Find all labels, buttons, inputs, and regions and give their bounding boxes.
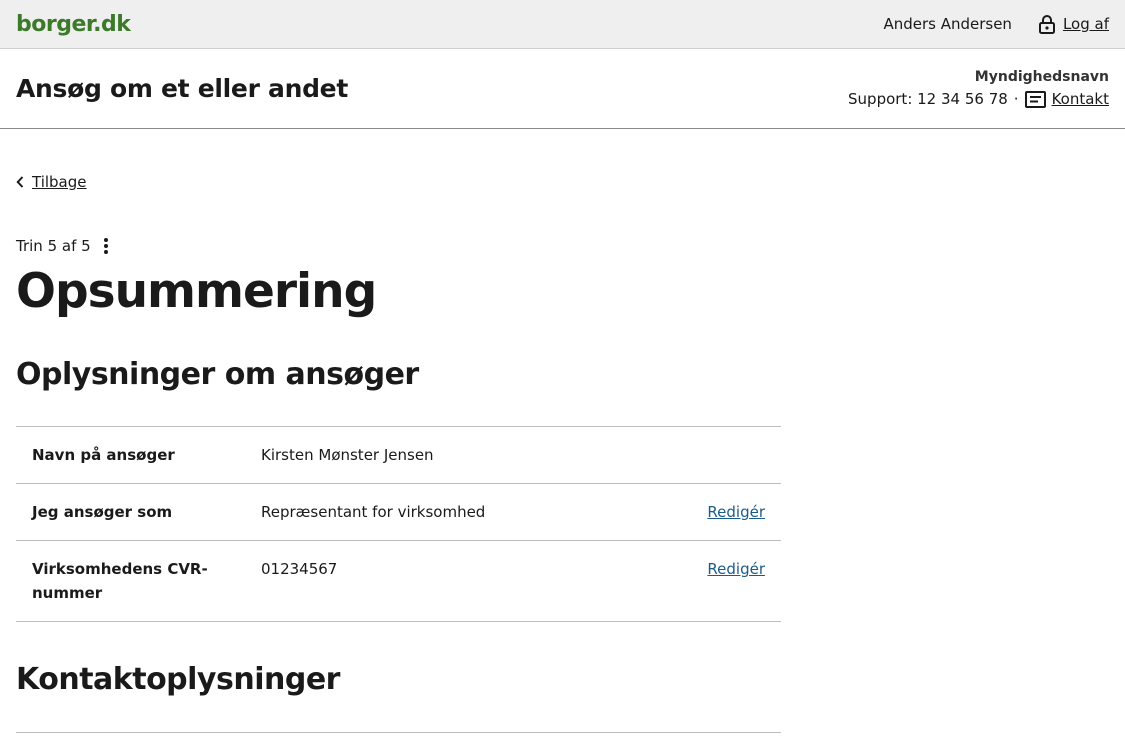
summary-row: Jeg ansøger som Repræsentant for virksom… — [16, 483, 781, 541]
kebab-menu-icon[interactable] — [101, 237, 111, 255]
summary-row: Navn på ansøger Kirsten Mønster Jensen — [16, 426, 781, 484]
support-phone: Support: 12 34 56 78 — [848, 90, 1008, 108]
borger-logo[interactable]: borger.dk — [16, 12, 131, 37]
service-title: Ansøg om et eller andet — [16, 74, 348, 103]
lock-icon — [1038, 15, 1055, 34]
portal-topbar: borger.dk Anders Andersen Log af — [0, 0, 1125, 49]
separator: · — [1013, 90, 1019, 108]
message-icon — [1024, 90, 1046, 108]
page-title: Opsummering — [16, 264, 377, 319]
chevron-left-icon — [16, 176, 24, 188]
step-text: Trin 5 af 5 — [16, 237, 91, 255]
applicant-summary-table: Navn på ansøger Kirsten Mønster Jensen J… — [16, 426, 781, 622]
row-key: Virksomhedens CVR-nummer — [32, 560, 208, 603]
authority-name: Myndighedsnavn — [974, 69, 1109, 85]
contact-section-heading: Kontaktoplysninger — [16, 662, 340, 698]
row-action-cell — [685, 427, 781, 484]
row-action-cell: Redigér — [685, 484, 781, 541]
topbar-user-area: Anders Andersen Log af — [883, 14, 1109, 34]
edit-link[interactable]: Redigér — [707, 560, 765, 578]
contact-link[interactable]: Kontakt — [1024, 90, 1109, 108]
logout-link[interactable]: Log af — [1038, 14, 1109, 34]
row-value: 01234567 — [261, 560, 338, 579]
section-divider — [16, 732, 781, 734]
main-content: Tilbage Trin 5 af 5 Opsummering Oplysnin… — [0, 129, 1125, 734]
row-value: Repræsentant for virksomhed — [261, 503, 486, 522]
step-indicator: Trin 5 af 5 — [16, 237, 1109, 255]
row-action-cell: Redigér — [685, 541, 781, 622]
row-value: Kirsten Mønster Jensen — [261, 446, 434, 465]
service-meta: Myndighedsnavn Support: 12 34 56 78 · Ko… — [848, 69, 1109, 108]
edit-link[interactable]: Redigér — [707, 503, 765, 521]
contact-label: Kontakt — [1051, 90, 1109, 108]
back-link[interactable]: Tilbage — [16, 173, 87, 191]
service-header: Ansøg om et eller andet Myndighedsnavn S… — [0, 49, 1125, 129]
support-line: Support: 12 34 56 78 · Kontakt — [848, 90, 1109, 108]
user-name: Anders Andersen — [883, 15, 1012, 33]
logout-label: Log af — [1062, 15, 1109, 33]
back-label: Tilbage — [32, 173, 87, 191]
row-key: Jeg ansøger som — [32, 503, 173, 522]
row-key: Navn på ansøger — [32, 446, 175, 465]
summary-row: Virksomhedens CVR-nummer 01234567 Redigé… — [16, 540, 781, 622]
applicant-section-heading: Oplysninger om ansøger — [16, 357, 419, 393]
